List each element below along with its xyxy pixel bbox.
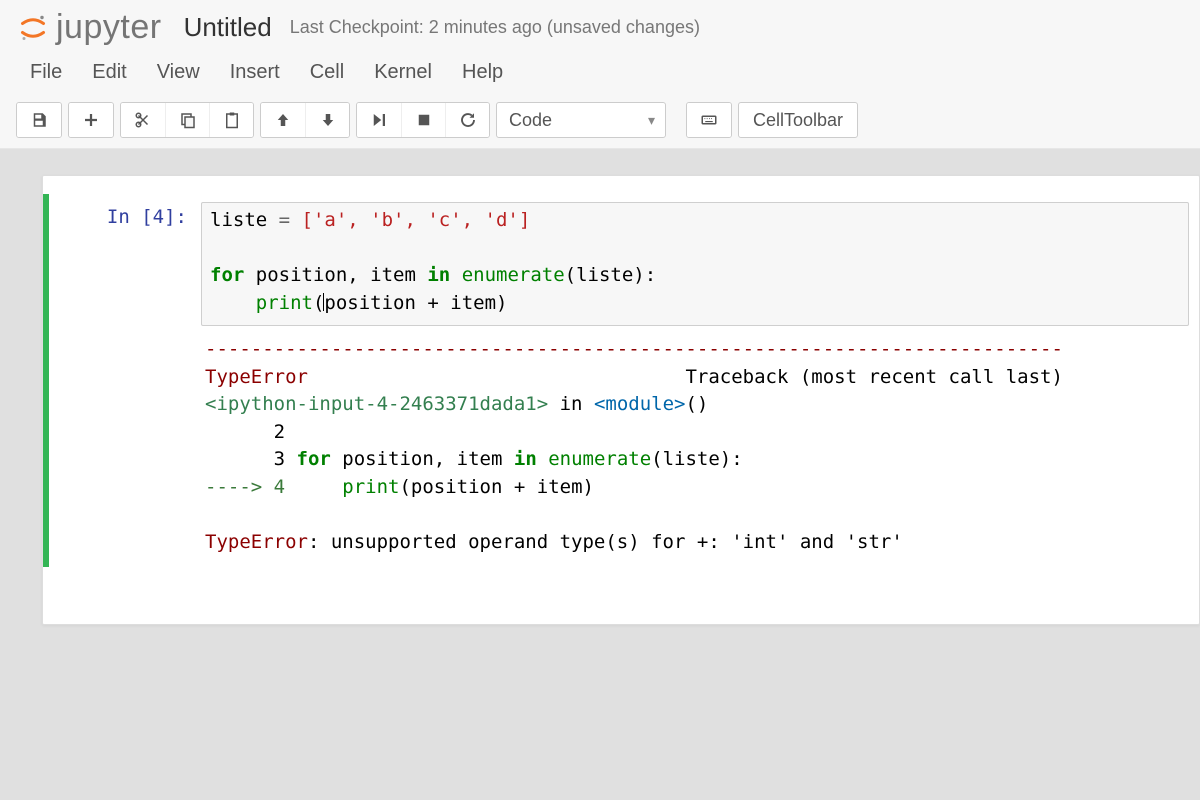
error-name: TypeError	[205, 366, 308, 388]
menu-cell[interactable]: Cell	[310, 61, 344, 84]
stop-icon	[415, 111, 433, 129]
copy-button[interactable]	[165, 103, 209, 137]
insert-cell-button[interactable]	[69, 103, 113, 137]
move-down-button[interactable]	[305, 103, 349, 137]
restart-icon	[459, 111, 477, 129]
checkpoint-text: Last Checkpoint: 2 minutes ago (unsaved …	[290, 17, 700, 38]
plus-icon	[82, 111, 100, 129]
notebook: In [4]: liste = ['a', 'b', 'c', 'd'] for…	[42, 175, 1200, 625]
command-palette-button[interactable]	[687, 103, 731, 137]
code-cell[interactable]: In [4]: liste = ['a', 'b', 'c', 'd'] for…	[43, 194, 1199, 567]
cell-output: ----------------------------------------…	[201, 326, 1189, 556]
jupyter-logo[interactable]: jupyter	[18, 8, 162, 47]
step-forward-icon	[370, 111, 388, 129]
copy-icon	[179, 111, 197, 129]
arrow-down-icon	[319, 111, 337, 129]
menu-help[interactable]: Help	[462, 61, 503, 84]
jupyter-icon	[18, 13, 48, 43]
save-icon	[30, 111, 48, 129]
app-header: jupyter Untitled Last Checkpoint: 2 minu…	[0, 0, 1200, 149]
menu-edit[interactable]: Edit	[92, 61, 126, 84]
frame-location: <ipython-input-4-2463371dada1>	[205, 393, 548, 415]
menu-view[interactable]: View	[157, 61, 200, 84]
traceback-label: Traceback (most recent call last)	[685, 366, 1063, 388]
cut-button[interactable]	[121, 103, 165, 137]
menubar: File Edit View Insert Cell Kernel Help	[0, 51, 1200, 96]
menu-insert[interactable]: Insert	[230, 61, 280, 84]
save-button[interactable]	[17, 103, 61, 137]
run-button[interactable]	[357, 103, 401, 137]
code-input[interactable]: liste = ['a', 'b', 'c', 'd'] for positio…	[201, 202, 1189, 326]
notebook-title[interactable]: Untitled	[184, 12, 272, 43]
error-final: TypeError	[205, 531, 308, 553]
menu-file[interactable]: File	[30, 61, 62, 84]
paste-button[interactable]	[209, 103, 253, 137]
keyboard-icon	[700, 111, 718, 129]
module-tag: <module>	[594, 393, 686, 415]
interrupt-button[interactable]	[401, 103, 445, 137]
menu-kernel[interactable]: Kernel	[374, 61, 432, 84]
move-up-button[interactable]	[261, 103, 305, 137]
notebook-container: In [4]: liste = ['a', 'b', 'c', 'd'] for…	[0, 149, 1200, 625]
restart-button[interactable]	[445, 103, 489, 137]
input-prompt: In [4]:	[49, 202, 201, 228]
brand-text: jupyter	[56, 8, 162, 47]
error-separator: ----------------------------------------…	[205, 338, 1063, 360]
paste-icon	[223, 111, 241, 129]
cell-type-select[interactable]: Code	[496, 102, 666, 138]
toolbar: Code CellToolbar	[0, 96, 1200, 148]
error-arrow: ----> 4	[205, 476, 342, 498]
cell-type-value: Code	[509, 110, 552, 131]
cell-toolbar-button[interactable]: CellToolbar	[738, 102, 858, 138]
title-row: jupyter Untitled Last Checkpoint: 2 minu…	[0, 0, 1200, 51]
arrow-up-icon	[274, 111, 292, 129]
scissors-icon	[134, 111, 152, 129]
